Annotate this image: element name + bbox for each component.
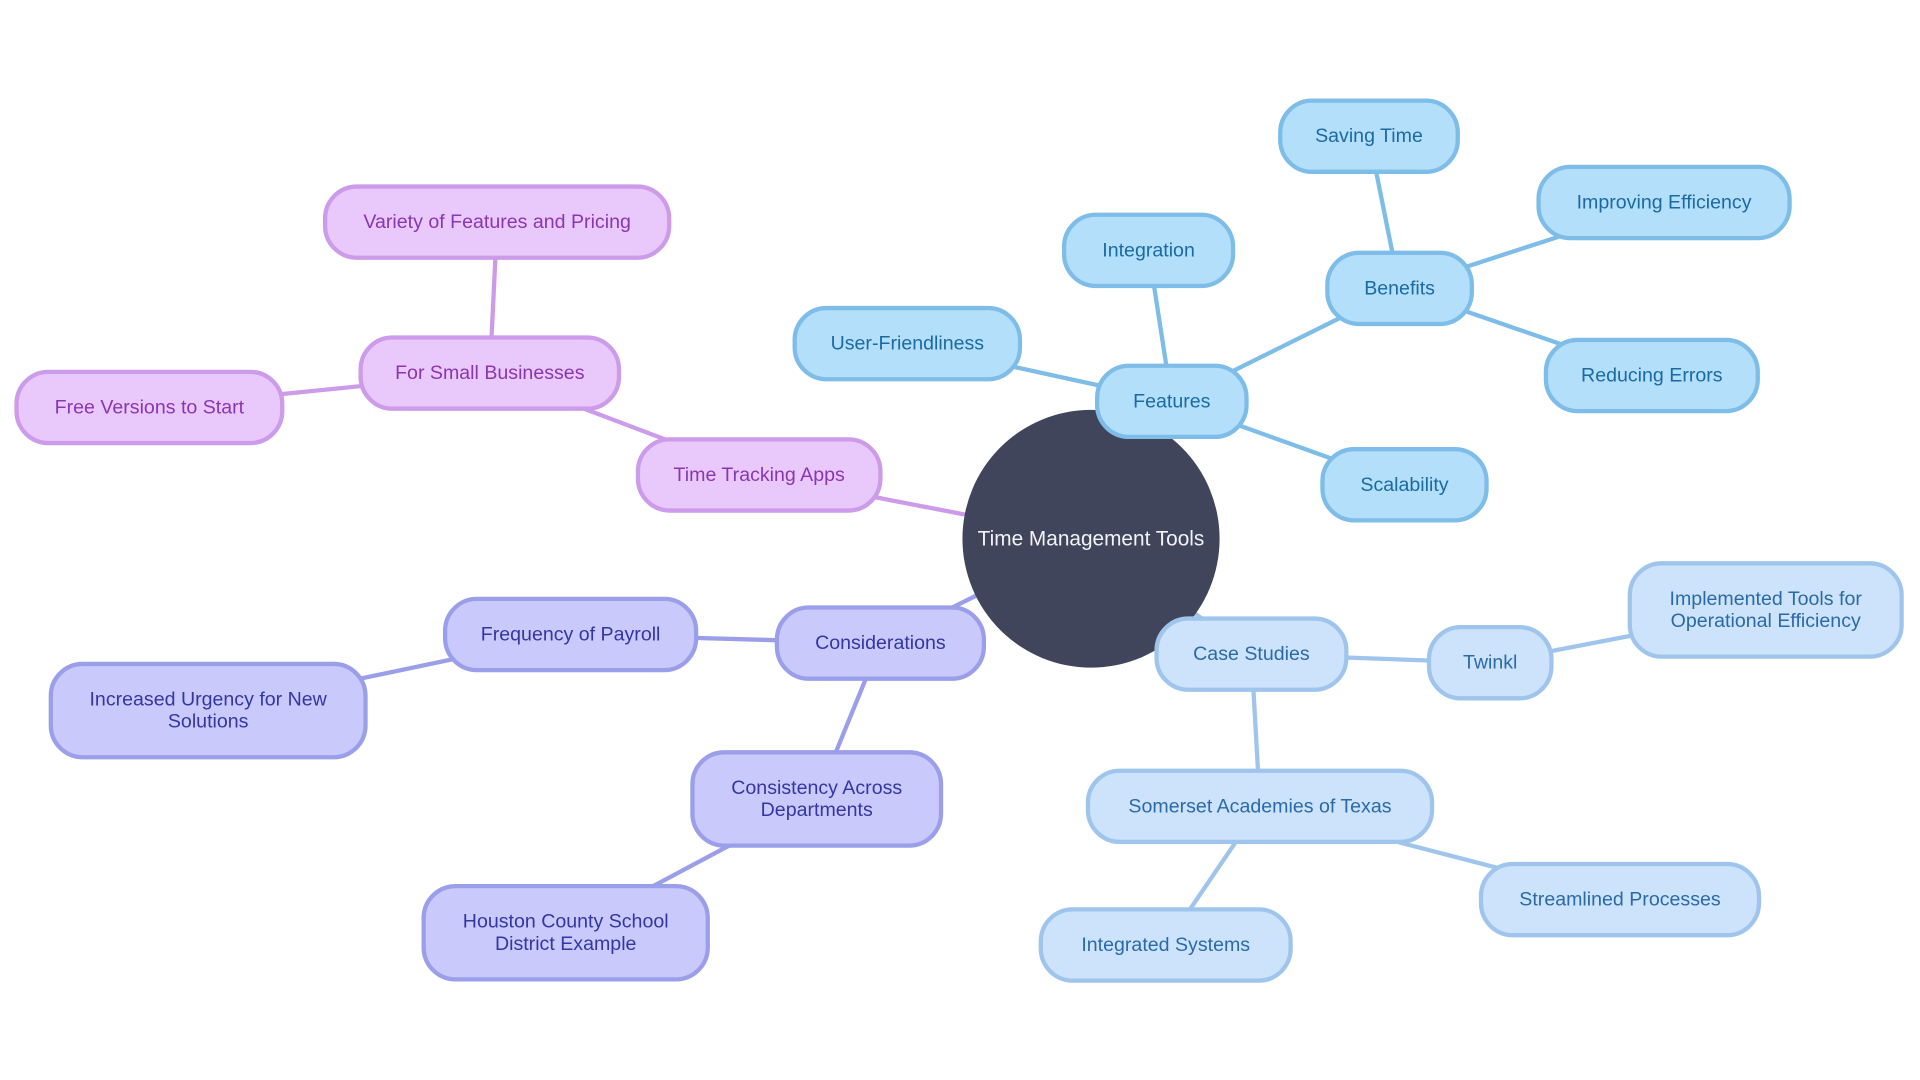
node-label: Integration (1102, 239, 1195, 261)
node-streamlined-processes[interactable]: Streamlined Processes (1478, 861, 1762, 938)
node-label: Integrated Systems (1081, 934, 1250, 956)
node-twinkl[interactable]: Twinkl (1426, 624, 1554, 701)
node-consistency[interactable]: Consistency Across Departments (690, 750, 944, 848)
node-label: User-Friendliness (831, 333, 985, 355)
node-houston[interactable]: Houston County School District Example (421, 883, 710, 982)
node-label: Features (1133, 390, 1210, 412)
node-features[interactable]: Features (1095, 363, 1249, 440)
node-urgency[interactable]: Increased Urgency for New Solutions (48, 661, 368, 760)
node-somerset[interactable]: Somerset Academies of Texas (1085, 768, 1435, 845)
node-payroll[interactable]: Frequency of Payroll (442, 596, 699, 673)
node-time-tracking-apps[interactable]: Time Tracking Apps (635, 437, 883, 513)
node-label: Variety of Features and Pricing (363, 211, 630, 233)
nodes-layer: Features User-Friendliness Integration Bene… (14, 98, 1904, 983)
node-small-businesses[interactable]: For Small Businesses (358, 335, 622, 411)
node-integrated-systems[interactable]: Integrated Systems (1038, 907, 1293, 983)
node-label: Frequency of Payroll (481, 623, 661, 645)
node-label: Saving Time (1315, 125, 1423, 147)
node-label: Benefits (1364, 277, 1435, 299)
node-label: Twinkl (1463, 652, 1517, 674)
node-label: For Small Businesses (395, 362, 585, 384)
root-label: Time Management Tools (978, 527, 1205, 550)
node-label: Time Tracking Apps (674, 464, 845, 486)
node-implemented-tools[interactable]: Implemented Tools for Operational Efficie… (1627, 561, 1904, 659)
node-label: Free Versions to Start (55, 396, 245, 418)
node-considerations[interactable]: Considerations (774, 605, 987, 681)
node-label: Reducing Errors (1581, 365, 1723, 387)
node-user-friendliness[interactable]: User-Friendliness (792, 305, 1023, 382)
node-label: Considerations (815, 632, 946, 654)
node-improving-efficiency[interactable]: Improving Efficiency (1536, 164, 1792, 241)
node-scalability[interactable]: Scalability (1320, 447, 1489, 523)
node-benefits[interactable]: Benefits (1325, 250, 1474, 327)
node-free-versions[interactable]: Free Versions to Start (14, 369, 285, 446)
node-integration[interactable]: Integration (1061, 212, 1236, 289)
node-saving-time[interactable]: Saving Time (1278, 98, 1460, 174)
node-label: Somerset Academies of Texas (1128, 795, 1391, 817)
node-variety[interactable]: Variety of Features and Pricing (322, 184, 672, 260)
node-label: Scalability (1360, 474, 1448, 496)
mindmap-diagram: Time Management Tools Features User-Frien… (14, 98, 1904, 983)
node-label: Implemented Tools for Operational Efficie… (1670, 588, 1863, 632)
node-case-studies[interactable]: Case Studies (1154, 616, 1349, 692)
node-label: Streamlined Processes (1519, 889, 1721, 911)
node-label: Improving Efficiency (1577, 191, 1752, 213)
node-reducing-errors[interactable]: Reducing Errors (1543, 337, 1760, 414)
node-label: Case Studies (1193, 643, 1310, 665)
